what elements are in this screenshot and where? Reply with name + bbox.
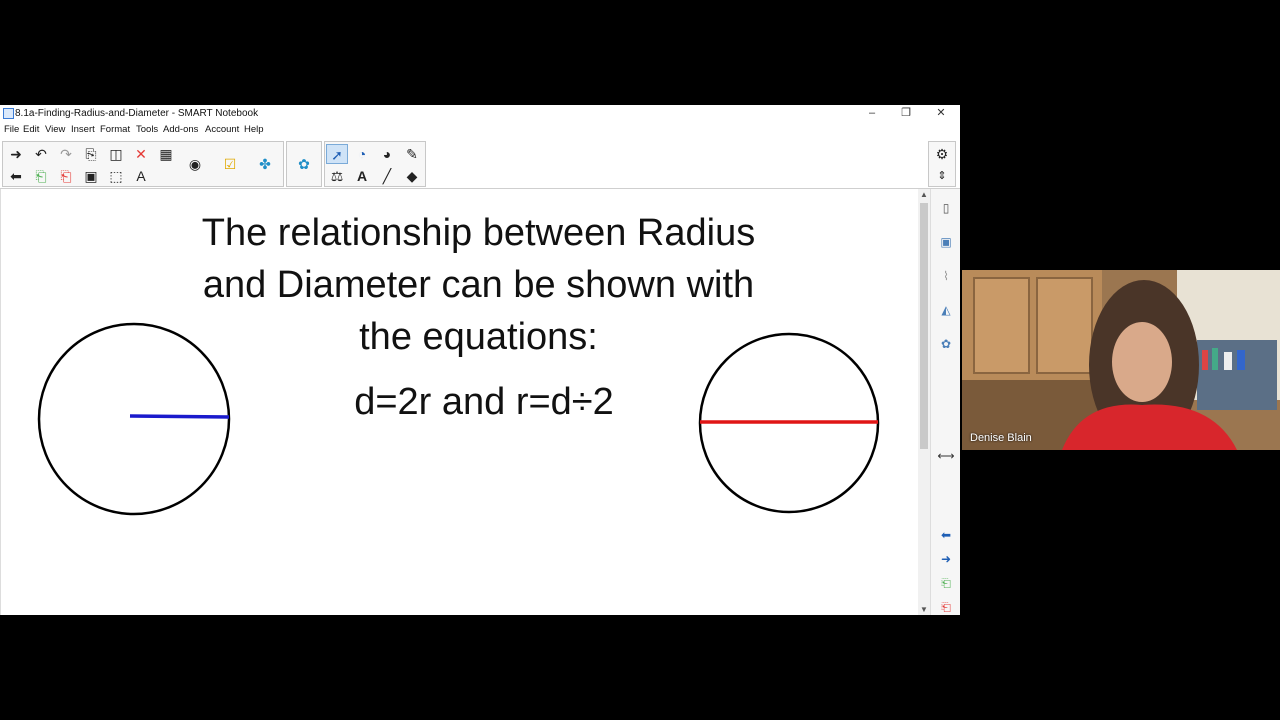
menu-account[interactable]: Account xyxy=(205,124,239,135)
open-icon[interactable]: ⎘ xyxy=(80,144,102,164)
menu-bar: File Edit View Insert Format Tools Add-o… xyxy=(0,123,960,137)
vertical-scrollbar[interactable]: ▲ ▼ xyxy=(918,189,930,615)
attachments-icon[interactable]: ⌇ xyxy=(937,267,955,285)
table-icon[interactable]: ▦ xyxy=(155,144,177,164)
page-sorter-icon[interactable]: ▯ xyxy=(937,199,955,217)
undo-icon[interactable]: ↶ xyxy=(30,144,52,164)
radius-circle[interactable] xyxy=(37,322,231,516)
delete-page-icon[interactable]: ⎗ xyxy=(937,598,955,615)
toolbar-group-main: ➜ ↶ ↷ ⎘ ◫ ✕ ▦ ◉ ☑ ✤ ⬅ ⎗ ⎗ ▣ ⬚ A xyxy=(2,141,284,187)
toolbar: ➜ ↶ ↷ ⎘ ◫ ✕ ▦ ◉ ☑ ✤ ⬅ ⎗ ⎗ ▣ ⬚ A ✿ ➚ ◔ ◕ … xyxy=(0,138,960,189)
previous-page-icon[interactable]: ⬅ xyxy=(5,166,27,186)
menu-insert[interactable]: Insert xyxy=(71,124,95,135)
delete-icon[interactable]: ✕ xyxy=(130,144,152,164)
addons-tab-icon[interactable]: ✿ xyxy=(937,335,955,353)
menu-format[interactable]: Format xyxy=(100,124,130,135)
save-icon[interactable]: ▣ xyxy=(80,166,102,186)
menu-file[interactable]: File xyxy=(4,124,19,135)
window-title: 8.1a-Finding-Radius-and-Diameter - SMART… xyxy=(15,108,259,119)
app-icon xyxy=(3,108,14,119)
menu-help[interactable]: Help xyxy=(244,124,264,135)
response-icon[interactable]: ☑ xyxy=(219,154,241,174)
addons-icon[interactable]: ✤ xyxy=(254,154,276,174)
participant-name: Denise Blain xyxy=(970,432,1032,444)
export-icon[interactable]: ⎗ xyxy=(55,166,77,186)
slide-canvas[interactable]: The relationship between Radius and Diam… xyxy=(0,189,919,615)
side-tab-bar: ▯ ▣ ⌇ ◭ ✿ ⟷ ⬅ ➜ ⎗ ⎗ xyxy=(930,189,960,615)
toolbar-group-settings: ⚙ ⇕ xyxy=(928,141,956,187)
restore-button[interactable]: ❐ xyxy=(889,105,923,122)
settings-icon[interactable]: ⚙ xyxy=(931,144,953,164)
add-page-icon[interactable]: ⎗ xyxy=(937,574,955,592)
scroll-up-icon[interactable]: ▲ xyxy=(918,190,930,199)
toolbar-group-tools: ➚ ◔ ◕ ✎ ⚖ A ╱ ◆ xyxy=(324,141,426,187)
next-page-icon[interactable]: ➜ xyxy=(5,144,27,164)
toolbar-move-icon[interactable]: ⇕ xyxy=(931,166,953,186)
shapes-icon[interactable]: ◔ xyxy=(351,144,373,164)
properties-icon[interactable]: ◭ xyxy=(937,301,955,319)
scroll-down-icon[interactable]: ▼ xyxy=(918,605,930,614)
equation-text: d=2r and r=d÷2 xyxy=(354,381,614,423)
text-icon[interactable]: A xyxy=(130,166,152,186)
screen-capture-icon[interactable]: ◫ xyxy=(105,144,127,164)
fill-icon[interactable]: ◕ xyxy=(376,144,398,164)
side-previous-page-icon[interactable]: ⬅ xyxy=(937,526,955,544)
smart-notebook-window: 8.1a-Finding-Radius-and-Diameter - SMART… xyxy=(0,105,960,615)
redo-icon[interactable]: ↷ xyxy=(55,144,77,164)
minimize-button[interactable]: – xyxy=(855,105,889,122)
select-icon[interactable]: ➚ xyxy=(326,144,348,164)
participant-video[interactable]: Denise Blain xyxy=(962,270,1280,450)
gallery-icon[interactable]: ▣ xyxy=(937,233,955,251)
menu-view[interactable]: View xyxy=(45,124,65,135)
side-next-page-icon[interactable]: ➜ xyxy=(937,550,955,568)
text-tool-icon[interactable]: A xyxy=(351,166,373,186)
lesson-activity-icon[interactable]: ✿ xyxy=(293,154,315,174)
menu-edit[interactable]: Edit xyxy=(23,124,39,135)
expand-icon[interactable]: ⟷ xyxy=(937,447,955,465)
radius-line[interactable] xyxy=(129,414,230,419)
participant-video-frame xyxy=(962,270,1280,450)
toolbar-group-lesson: ✿ xyxy=(286,141,322,187)
menu-addons[interactable]: Add-ons xyxy=(163,124,198,135)
title-bar: 8.1a-Finding-Radius-and-Diameter - SMART… xyxy=(0,105,960,122)
document-camera-icon[interactable]: ◉ xyxy=(184,154,206,174)
measurement-icon[interactable]: ⚖ xyxy=(326,166,348,186)
scroll-thumb[interactable] xyxy=(920,203,928,449)
menu-tools[interactable]: Tools xyxy=(136,124,158,135)
full-screen-icon[interactable]: ⬚ xyxy=(105,166,127,186)
line-icon[interactable]: ╱ xyxy=(376,166,398,186)
import-icon[interactable]: ⎗ xyxy=(30,166,52,186)
close-button[interactable]: ✕ xyxy=(924,105,958,122)
magic-pen-icon[interactable]: ✎ xyxy=(401,144,423,164)
eraser-icon[interactable]: ◆ xyxy=(401,166,423,186)
